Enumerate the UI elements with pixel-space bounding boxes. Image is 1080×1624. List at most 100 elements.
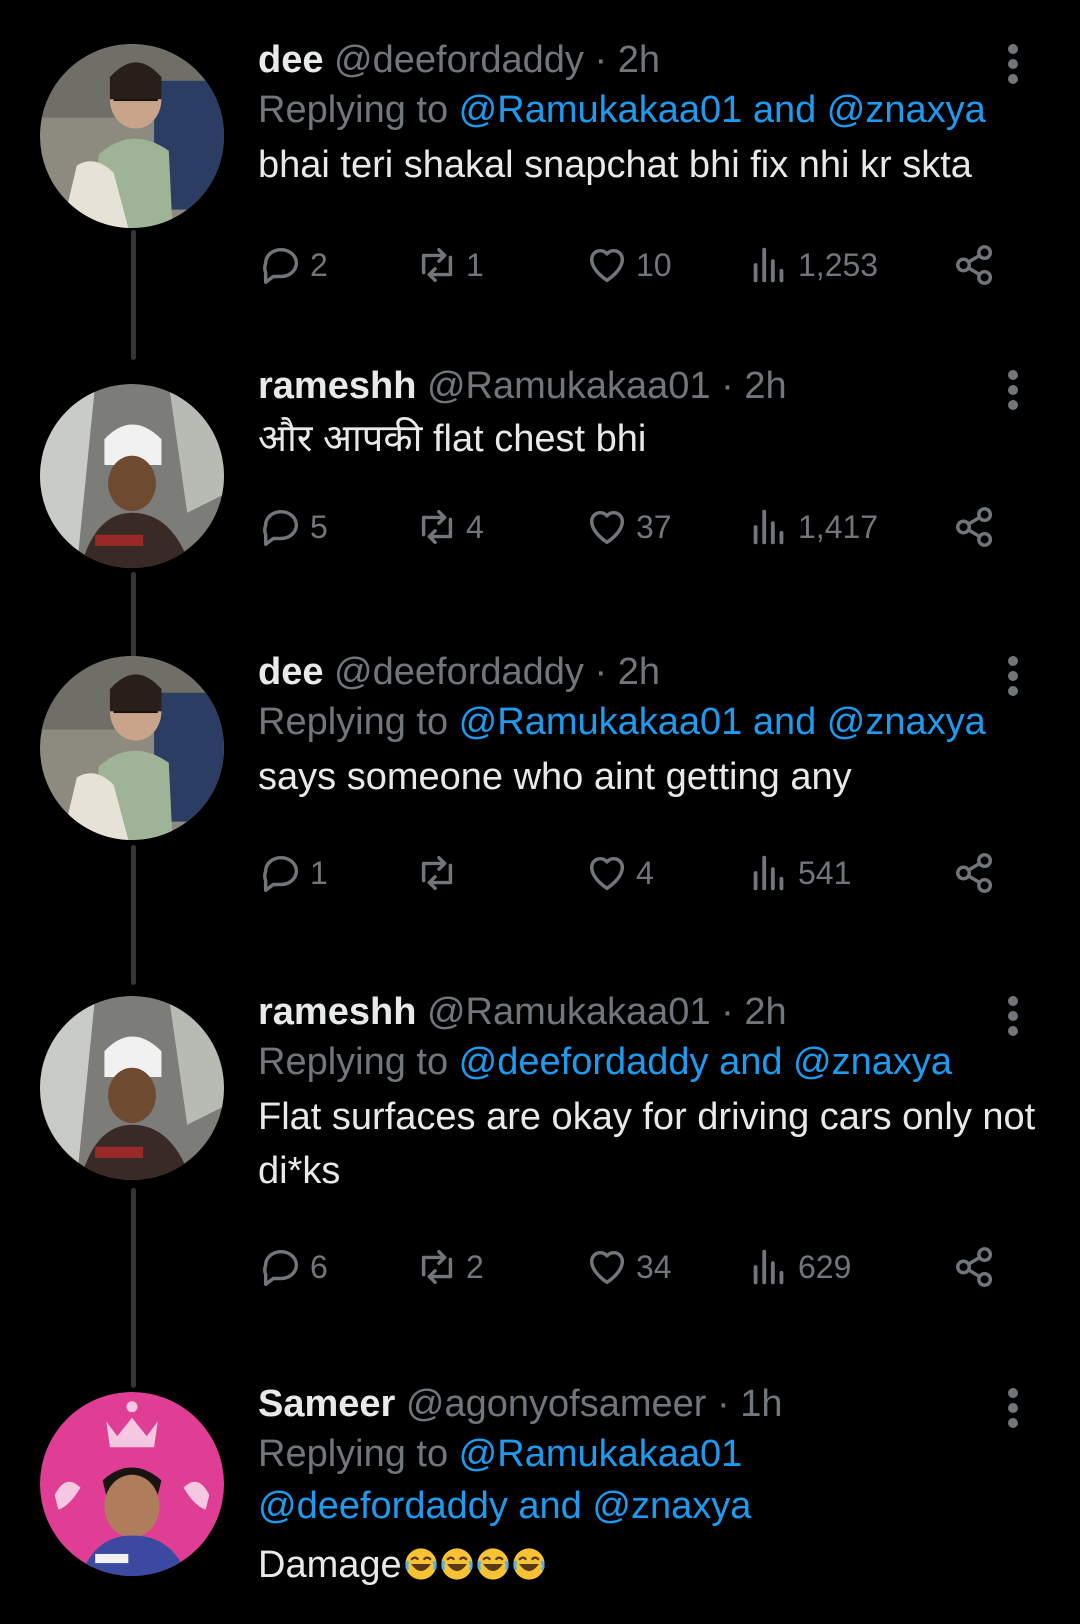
user-handle[interactable]: @deefordaddy [334, 39, 584, 81]
views-icon [753, 509, 784, 545]
like-icon [589, 1250, 625, 1285]
laughing-emoji [513, 1548, 545, 1580]
views-button[interactable]: 629 [746, 1242, 851, 1292]
views-count: 541 [798, 854, 852, 891]
repost-icon [421, 855, 453, 891]
like-icon [589, 510, 625, 545]
laughing-emoji [405, 1548, 437, 1580]
tweet-header: dee @deefordaddy · 2h [258, 36, 1040, 84]
avatar-sameer[interactable] [40, 1392, 224, 1576]
replying-mentions[interactable]: @deefordaddy and @znaxya [459, 1041, 952, 1083]
replying-mentions[interactable]: @Ramukakaa01 [459, 1433, 743, 1475]
tweet-text: Flat surfaces are okay for driving cars … [258, 1096, 1036, 1192]
separator-dot: · [716, 1383, 730, 1425]
replying-mentions[interactable]: @Ramukakaa01 and @znaxya [459, 701, 986, 743]
avatar-rameshh[interactable] [40, 996, 224, 1180]
reply-button[interactable]: 6 [258, 1242, 328, 1292]
tweet-text: bhai teri shakal snapchat bhi fix nhi kr… [258, 144, 972, 186]
share-button[interactable] [952, 502, 998, 552]
more-icon[interactable] [1006, 370, 1020, 414]
avatar-rameshh[interactable] [40, 384, 224, 568]
timestamp[interactable]: 2h [744, 365, 786, 407]
timestamp[interactable]: 2h [618, 39, 660, 81]
reply-button[interactable]: 2 [258, 240, 328, 290]
like-count: 10 [636, 246, 672, 283]
display-name[interactable]: dee [258, 651, 323, 693]
share-icon [956, 245, 993, 285]
replying-to: Replying to @Ramukakaa01 and @znaxya [258, 696, 1040, 748]
action-bar: 1 4 541 [258, 848, 998, 898]
like-button[interactable]: 34 [584, 1242, 672, 1292]
tweet-header: Sameer @agonyofsameer · 1h [258, 1380, 1040, 1428]
display-name[interactable]: Sameer [258, 1383, 395, 1425]
more-icon[interactable] [1006, 656, 1020, 700]
tweet-header: rameshh @Ramukakaa01 · 2h [258, 362, 1040, 410]
more-icon[interactable] [1006, 996, 1020, 1040]
reply-icon [263, 1249, 299, 1286]
avatar-dee[interactable] [40, 44, 224, 228]
avatar-image [40, 384, 224, 568]
repost-count: 1 [466, 246, 484, 283]
repost-count: 2 [466, 1248, 484, 1285]
like-icon [589, 856, 625, 891]
more-icon[interactable] [1006, 1388, 1020, 1432]
views-count: 629 [798, 1248, 852, 1285]
repost-button[interactable]: 1 [414, 240, 484, 290]
tweet-text-body: Damage [258, 1544, 402, 1586]
reply-count: 2 [310, 246, 328, 283]
share-button[interactable] [952, 240, 998, 290]
separator-dot: · [721, 991, 734, 1033]
avatar-dee[interactable] [40, 656, 224, 840]
like-button[interactable]: 4 [584, 848, 654, 898]
share-button[interactable] [952, 1242, 998, 1292]
display-name[interactable]: rameshh [258, 365, 416, 407]
like-count: 37 [636, 508, 672, 545]
tweet-text: says someone who aint getting any [258, 756, 852, 798]
share-button[interactable] [952, 848, 998, 898]
views-button[interactable]: 1,253 [746, 240, 878, 290]
views-icon [753, 1249, 784, 1285]
reply-count: 5 [310, 508, 328, 545]
user-handle[interactable]: @agonyofsameer [406, 1383, 707, 1425]
replying-mentions[interactable]: @Ramukakaa01 and @znaxya [459, 89, 986, 131]
user-handle[interactable]: @deefordaddy [334, 651, 584, 693]
replying-to: Replying to @Ramukakaa01 @deefordaddy an… [258, 1428, 1040, 1532]
user-handle[interactable]: @Ramukakaa01 [427, 991, 711, 1033]
laughing-emoji [441, 1548, 473, 1580]
views-button[interactable]: 541 [746, 848, 851, 898]
repost-button[interactable]: 2 [414, 1242, 484, 1292]
reply-button[interactable]: 5 [258, 502, 328, 552]
reply-button[interactable]: 1 [258, 848, 328, 898]
tweet-header: rameshh @Ramukakaa01 · 2h [258, 988, 1040, 1036]
reply-icon [263, 509, 299, 546]
repost-button[interactable]: 4 [414, 502, 484, 552]
reply-count: 6 [310, 1248, 328, 1285]
replying-mentions-continued[interactable]: @deefordaddy and @znaxya [258, 1485, 751, 1527]
like-count: 34 [636, 1248, 672, 1285]
like-button[interactable]: 10 [584, 240, 672, 290]
views-count: 1,417 [798, 508, 879, 545]
views-button[interactable]: 1,417 [746, 502, 878, 552]
repost-count: 4 [466, 508, 484, 545]
timestamp[interactable]: 2h [618, 651, 660, 693]
share-icon [956, 853, 993, 893]
like-button[interactable]: 37 [584, 502, 672, 552]
laughing-emoji [477, 1548, 509, 1580]
replying-to: Replying to @deefordaddy and @znaxya [258, 1036, 1040, 1088]
timestamp[interactable]: 2h [744, 991, 786, 1033]
timestamp[interactable]: 1h [740, 1383, 782, 1425]
thread-line [131, 1188, 136, 1388]
tweet-text: Damage [258, 1538, 1040, 1592]
display-name[interactable]: dee [258, 39, 323, 81]
user-handle[interactable]: @Ramukakaa01 [427, 365, 711, 407]
action-bar: 2 1 10 1,253 [258, 240, 998, 290]
more-icon[interactable] [1006, 44, 1020, 88]
separator-dot: · [594, 651, 608, 693]
display-name[interactable]: rameshh [258, 991, 416, 1033]
action-bar: 6 2 34 629 [258, 1242, 998, 1292]
avatar-image [40, 44, 224, 228]
tweet-text: और आपकी flat chest bhi [258, 418, 647, 460]
replying-prefix: Replying to [258, 1041, 459, 1083]
repost-button[interactable] [414, 848, 466, 898]
like-icon [589, 248, 625, 283]
